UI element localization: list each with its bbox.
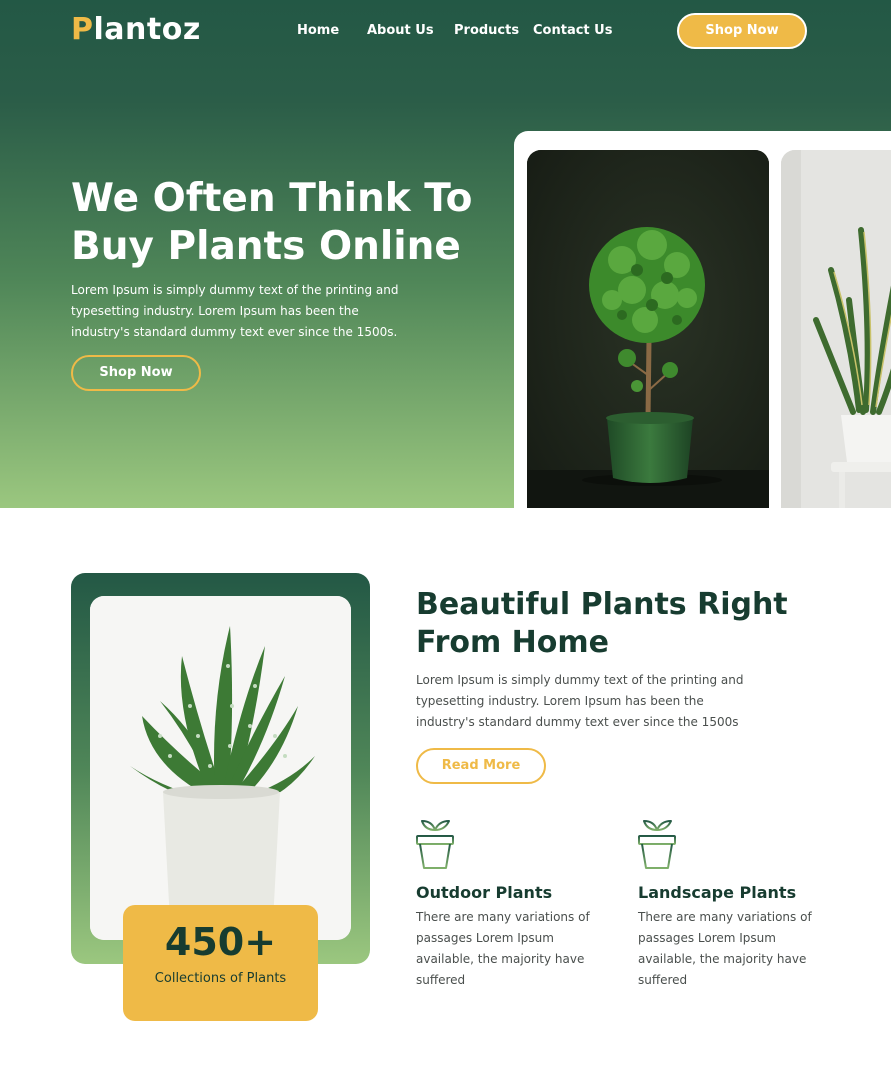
collections-label: Collections of Plants <box>154 971 287 986</box>
hero-title: We Often Think To Buy Plants Online <box>71 176 473 269</box>
hero-description: Lorem Ipsum is simply dummy text of the … <box>71 283 399 339</box>
collections-count: 450+ <box>164 920 277 964</box>
feature-title: Outdoor Plants <box>416 883 553 902</box>
plant-pot-icon <box>638 820 676 869</box>
about-description: Lorem Ipsum is simply dummy text of the … <box>416 673 744 729</box>
nav-contact-us[interactable]: Contact Us <box>533 23 612 38</box>
read-more-button[interactable]: Read More <box>416 748 546 784</box>
nav-products[interactable]: Products <box>454 23 519 38</box>
topiary-plant-illustration <box>527 150 769 508</box>
collections-stat-badge: 450+ Collections of Plants <box>123 905 318 1021</box>
hero-plant-image-1[interactable] <box>527 150 769 508</box>
feature-description: There are many variations of passages Lo… <box>638 910 812 987</box>
feature-title: Landscape Plants <box>638 883 797 902</box>
about-plant-image <box>90 596 351 940</box>
about-title: Beautiful Plants Right From Home <box>416 587 788 660</box>
header-shop-now-button[interactable]: Shop Now <box>677 13 807 49</box>
snake-plant-illustration <box>781 150 891 508</box>
hero-plant-image-2[interactable] <box>781 150 891 508</box>
hero-shop-now-button[interactable]: Shop Now <box>71 355 201 391</box>
plant-pot-icon <box>416 820 454 869</box>
feature-description: There are many variations of passages Lo… <box>416 910 590 987</box>
aloe-plant-illustration <box>90 596 351 940</box>
nav-about-us[interactable]: About Us <box>367 23 434 38</box>
nav-home[interactable]: Home <box>297 23 339 38</box>
hero-section: Plantoz Home About Us Products Contact U… <box>0 0 891 508</box>
